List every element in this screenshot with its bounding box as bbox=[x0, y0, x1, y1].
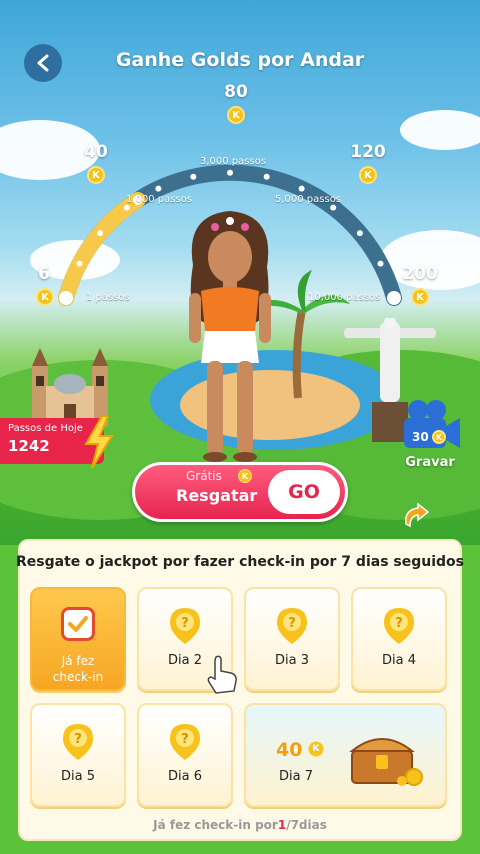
checkin-day-1[interactable]: Já fez check-in bbox=[30, 587, 126, 691]
gauge-tick bbox=[155, 185, 162, 192]
coin-icon: K bbox=[87, 166, 105, 184]
gauge-tick bbox=[76, 260, 83, 267]
mystery-pin-icon: ? bbox=[63, 724, 93, 760]
day-label: Dia 6 bbox=[168, 769, 202, 784]
coin-icon: K bbox=[359, 166, 377, 184]
svg-text:?: ? bbox=[74, 732, 82, 747]
claim-label: Resgatar bbox=[176, 486, 258, 505]
day-label: Dia 3 bbox=[275, 653, 309, 668]
footer-current: 1 bbox=[277, 818, 287, 832]
checkin-day-6[interactable]: ? Dia 6 bbox=[137, 703, 233, 807]
gauge-tick bbox=[298, 185, 305, 192]
milestone-steps: 1 passos bbox=[86, 292, 130, 303]
svg-text:?: ? bbox=[181, 616, 189, 631]
gauge-tick bbox=[387, 291, 402, 305]
go-button[interactable]: GO bbox=[268, 470, 340, 514]
gauge-tick bbox=[123, 204, 130, 211]
gauge-tick bbox=[190, 173, 197, 180]
gauge-tick bbox=[227, 169, 234, 176]
mystery-pin-icon: ? bbox=[170, 724, 200, 760]
checkin-footer: Já fez check-in por1/7dias bbox=[0, 818, 480, 832]
coin-icon: K bbox=[432, 430, 446, 444]
svg-text:?: ? bbox=[395, 616, 403, 631]
record-label: Gravar bbox=[405, 455, 455, 470]
checkin-day-4[interactable]: ? Dia 4 bbox=[351, 587, 447, 691]
milestone-steps: 3,000 passos bbox=[200, 156, 267, 167]
refresh-icon[interactable] bbox=[400, 502, 434, 532]
mystery-pin-icon: ? bbox=[170, 608, 200, 644]
day-label: Já fez check-in bbox=[52, 654, 104, 684]
character-illustration bbox=[189, 211, 271, 462]
gauge-tick bbox=[97, 230, 104, 237]
checkmark-icon bbox=[61, 607, 95, 641]
gauge-tick bbox=[59, 291, 73, 305]
pointer-hand-icon bbox=[207, 655, 237, 694]
treasure-chest-icon bbox=[349, 738, 423, 786]
gauge-tick bbox=[377, 260, 384, 267]
checkin-day-7[interactable]: 40 K Dia 7 bbox=[244, 703, 447, 807]
gauge-tick bbox=[356, 230, 363, 237]
jackpot-amount: 40 bbox=[276, 739, 303, 761]
milestone-steps: 5,000 passos bbox=[275, 194, 342, 205]
milestone-reward: 40 bbox=[84, 142, 108, 162]
coin-icon: K bbox=[238, 469, 252, 483]
milestone-steps: 1,000 passos bbox=[126, 194, 193, 205]
svg-text:?: ? bbox=[288, 616, 296, 631]
checkin-day-3[interactable]: ? Dia 3 bbox=[244, 587, 340, 691]
gauge-tick bbox=[330, 204, 337, 211]
day-label: Dia 5 bbox=[61, 769, 95, 784]
coin-icon: K bbox=[227, 106, 245, 124]
record-count: 30 bbox=[412, 430, 429, 444]
milestone-steps: 10,000 passos bbox=[308, 292, 381, 303]
coin-icon: K bbox=[411, 288, 429, 306]
svg-text:?: ? bbox=[181, 732, 189, 747]
free-label: Grátis bbox=[186, 469, 222, 483]
gauge-tick bbox=[263, 173, 270, 180]
lightning-icon bbox=[84, 416, 114, 468]
milestone-reward: 80 bbox=[224, 82, 248, 102]
milestone-reward: 6 bbox=[38, 264, 50, 284]
day-label: Dia 7 bbox=[279, 769, 313, 784]
coin-icon: K bbox=[308, 741, 324, 757]
milestone-reward: 200 bbox=[402, 264, 438, 284]
footer-suffix: /7dias bbox=[286, 818, 327, 832]
mystery-pin-icon: ? bbox=[384, 608, 414, 644]
footer-prefix: Já fez check-in por bbox=[153, 818, 278, 832]
day-label: Dia 4 bbox=[382, 653, 416, 668]
milestone-reward: 120 bbox=[350, 142, 386, 162]
mystery-pin-icon: ? bbox=[277, 608, 307, 644]
checkin-day-5[interactable]: ? Dia 5 bbox=[30, 703, 126, 807]
coin-icon: K bbox=[36, 288, 54, 306]
camera-icon bbox=[404, 400, 460, 448]
checkin-title: Resgate o jackpot por fazer check-in por… bbox=[16, 554, 464, 570]
